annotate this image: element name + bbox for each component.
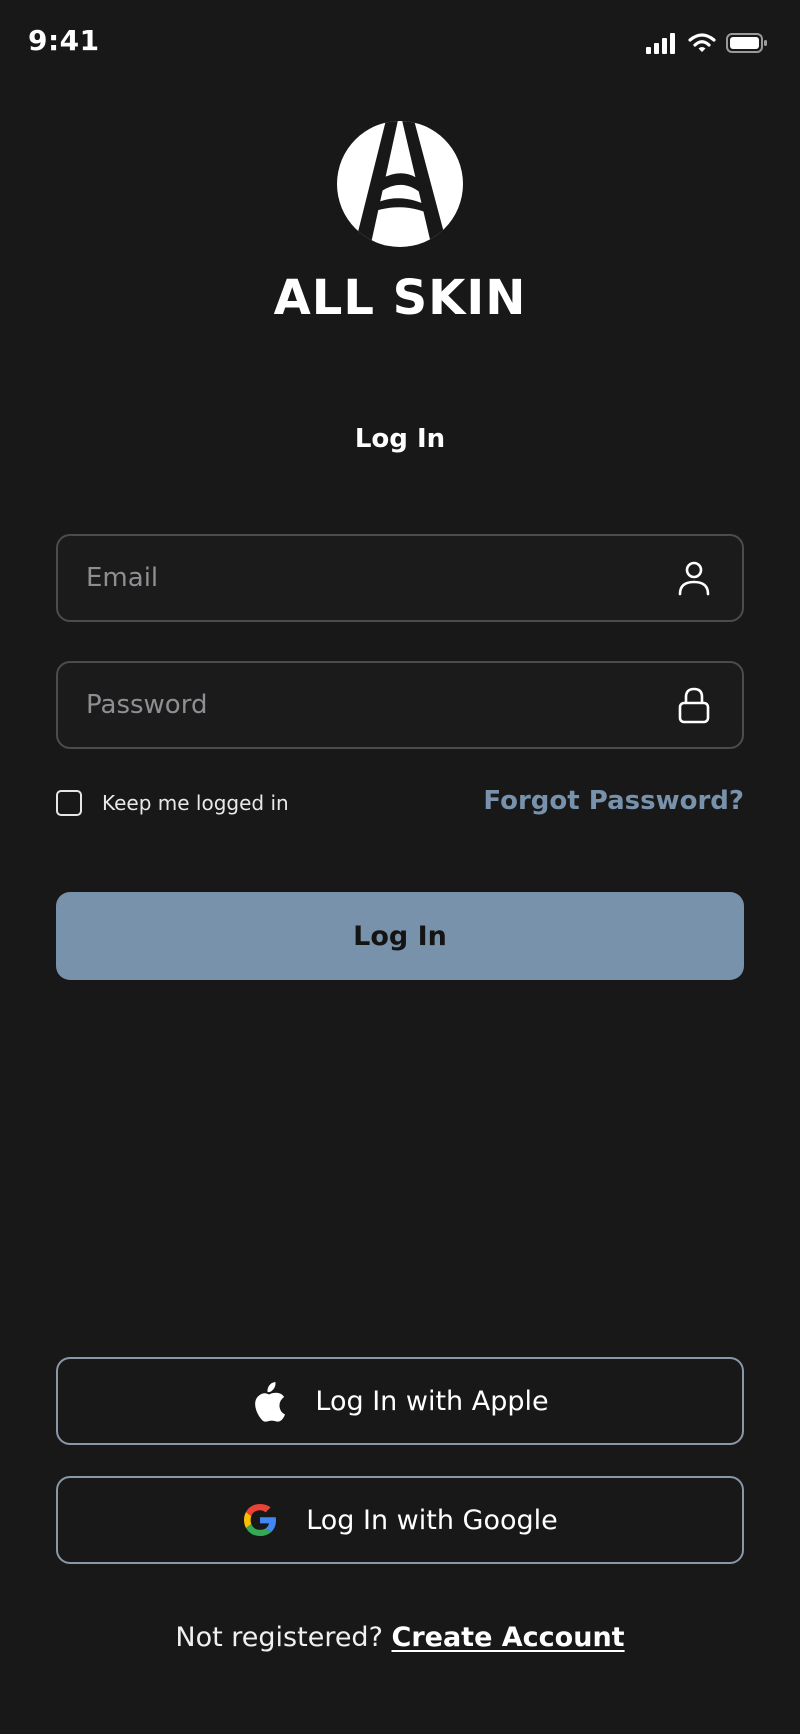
login-screen: 9:41 ALL SKIN Log In Email Keep me logge… xyxy=(0,0,800,1734)
apple-icon xyxy=(255,1382,286,1422)
login-with-google-button[interactable]: Log In with Google xyxy=(56,1476,744,1564)
status-time: 9:41 xyxy=(28,24,100,57)
battery-icon xyxy=(726,33,767,53)
forgot-password-link[interactable]: Forgot Password? xyxy=(483,786,744,816)
lock-icon xyxy=(678,687,710,724)
google-button-label: Log In with Google xyxy=(306,1504,558,1536)
keep-logged-in-label[interactable]: Keep me logged in xyxy=(102,791,289,815)
page-title: Log In xyxy=(354,424,446,454)
signal-icon xyxy=(646,33,675,54)
not-registered-text: Not registered? xyxy=(175,1622,383,1653)
email-field[interactable] xyxy=(56,534,744,622)
wifi-icon xyxy=(688,33,716,52)
brand-name: ALL SKIN xyxy=(273,270,527,326)
login-with-apple-button[interactable]: Log In with Apple xyxy=(56,1357,744,1445)
register-prompt: Not registered? Create Account xyxy=(0,1622,800,1653)
user-icon xyxy=(678,561,710,596)
keep-logged-in-row: Keep me logged in xyxy=(56,787,289,819)
login-button[interactable]: Log In xyxy=(56,892,744,980)
create-account-link[interactable]: Create Account xyxy=(392,1622,625,1653)
keep-logged-in-checkbox[interactable] xyxy=(56,790,82,816)
apple-button-label: Log In with Apple xyxy=(315,1385,549,1417)
password-field[interactable] xyxy=(56,661,744,749)
password-input[interactable] xyxy=(86,663,646,747)
google-icon xyxy=(244,1504,277,1536)
all-skin-logo xyxy=(337,121,463,247)
status-icons xyxy=(646,30,768,56)
email-input[interactable] xyxy=(86,536,646,620)
